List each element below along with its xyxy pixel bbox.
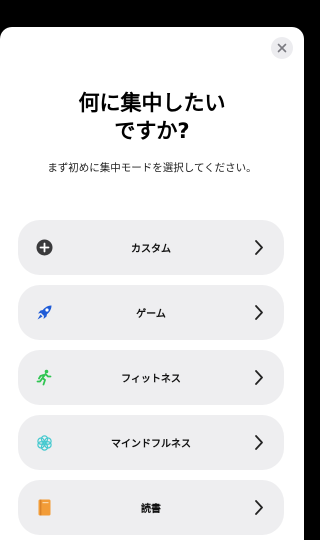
focus-item-game[interactable]: ゲーム	[18, 285, 284, 340]
focus-item-label: フィットネス	[121, 374, 181, 385]
close-button[interactable]	[271, 37, 293, 59]
chevron-right-icon	[255, 500, 263, 515]
focus-item-fitness[interactable]: フィットネス	[18, 350, 284, 405]
focus-item-label: マインドフルネス	[111, 439, 191, 450]
focus-item-mindfulness[interactable]: マインドフルネス	[18, 415, 284, 470]
focus-item-custom[interactable]: カスタム	[18, 220, 284, 275]
chevron-right-icon	[255, 435, 263, 450]
title-line-2: ですか?	[114, 119, 190, 143]
page-title: 何に集中したい ですか?	[0, 89, 304, 145]
subtitle: まず初めに集中モードを選択してください。	[47, 162, 257, 174]
focus-sheet: 何に集中したい ですか? まず初めに集中モードを選択してください。 カスタム ゲ…	[0, 27, 304, 540]
focus-item-label: 読書	[141, 504, 161, 515]
chevron-right-icon	[255, 240, 263, 255]
chevron-right-icon	[255, 305, 263, 320]
focus-item-reading[interactable]: 読書	[18, 480, 284, 535]
focus-item-label: カスタム	[131, 244, 171, 255]
focus-item-label: ゲーム	[136, 309, 166, 320]
title-line-1: 何に集中したい	[78, 91, 226, 115]
chevron-right-icon	[255, 370, 263, 385]
close-icon	[277, 43, 287, 53]
